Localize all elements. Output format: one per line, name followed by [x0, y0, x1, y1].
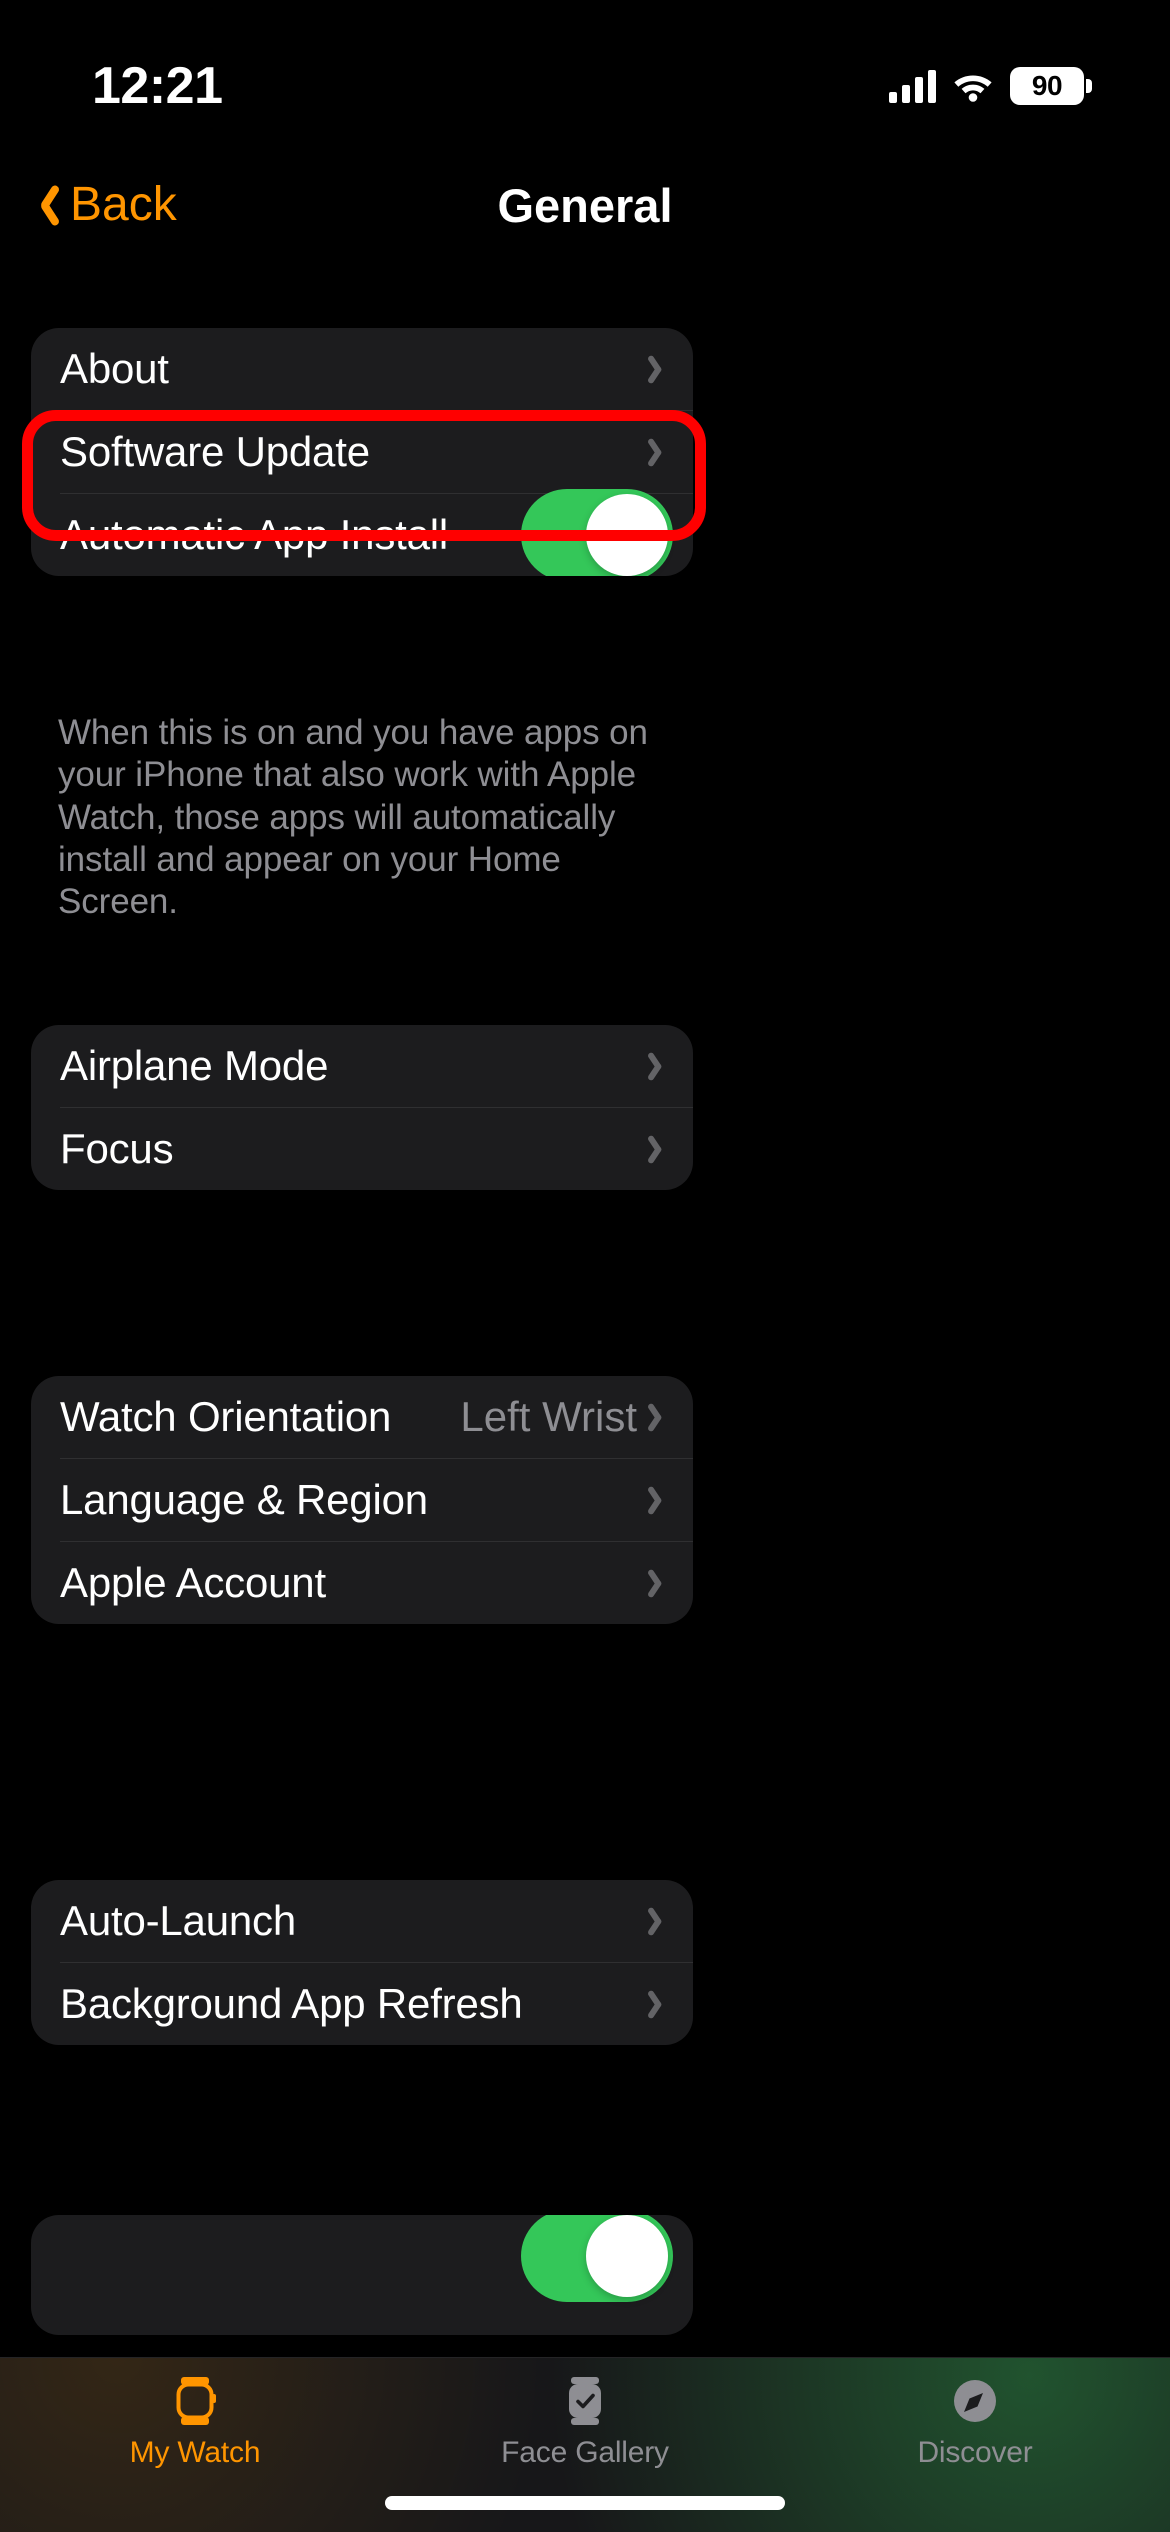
automatic-app-install-toggle[interactable] — [521, 489, 673, 576]
tab-face-gallery[interactable]: Face Gallery — [465, 2374, 705, 2468]
settings-group-device: Watch Orientation Left Wrist Language & … — [31, 1376, 693, 1624]
watch-face-icon — [562, 2374, 608, 2428]
cellular-signal-icon — [889, 69, 936, 103]
settings-row-partial[interactable] — [31, 2215, 693, 2302]
toggle-knob — [586, 2215, 668, 2297]
watch-icon — [172, 2374, 218, 2428]
tab-discover[interactable]: Discover — [855, 2374, 1095, 2468]
settings-row-label: Software Update — [60, 428, 370, 475]
settings-scroll-view[interactable]: About Software Update Automatic App Inst… — [0, 260, 1170, 2410]
settings-row-label: About — [60, 345, 169, 392]
chevron-right-icon — [651, 1484, 669, 1516]
settings-row-about[interactable]: About — [31, 328, 693, 410]
settings-row-label: Watch Orientation — [60, 1393, 392, 1440]
settings-row-focus[interactable]: Focus — [31, 1108, 693, 1190]
chevron-right-icon — [651, 1401, 669, 1433]
settings-row-software-update[interactable]: Software Update — [31, 411, 693, 493]
settings-row-airplane-mode[interactable]: Airplane Mode — [31, 1025, 693, 1107]
tab-bar: My Watch Face Gallery Discover — [0, 2357, 1170, 2532]
settings-group-partial — [31, 2215, 693, 2335]
wifi-icon — [952, 70, 994, 102]
chevron-right-icon — [651, 1905, 669, 1937]
home-indicator — [385, 2496, 785, 2510]
chevron-right-icon — [651, 1133, 669, 1165]
battery-icon: 90 — [1010, 67, 1092, 105]
settings-row-label: Focus — [60, 1125, 174, 1172]
settings-row-background-app-refresh[interactable]: Background App Refresh — [31, 1963, 693, 2045]
page-title: General — [497, 178, 673, 232]
chevron-right-icon — [651, 1988, 669, 2020]
settings-row-label: Automatic App Install — [60, 511, 449, 558]
status-bar-time: 12:21 — [92, 57, 223, 115]
settings-row-value: Left Wrist — [460, 1393, 637, 1440]
iphone-screen: 12:21 90 Back General About Software Upd… — [0, 0, 1170, 2532]
chevron-right-icon — [651, 1567, 669, 1599]
settings-row-watch-orientation[interactable]: Watch Orientation Left Wrist — [31, 1376, 693, 1458]
settings-row-apple-account[interactable]: Apple Account — [31, 1542, 693, 1624]
status-bar: 12:21 90 — [0, 0, 1170, 150]
navigation-bar: Back General — [0, 150, 1170, 260]
toggle-knob — [586, 494, 668, 576]
settings-row-auto-launch[interactable]: Auto-Launch — [31, 1880, 693, 1962]
chevron-right-icon — [651, 436, 669, 468]
settings-row-label: Language & Region — [60, 1476, 428, 1523]
settings-group-apps: Auto-Launch Background App Refresh — [31, 1880, 693, 2045]
settings-row-language-region[interactable]: Language & Region — [31, 1459, 693, 1541]
tab-my-watch[interactable]: My Watch — [75, 2374, 315, 2468]
battery-level-label: 90 — [1031, 70, 1063, 101]
settings-group-footnote: When this is on and you have apps on you… — [58, 713, 648, 922]
compass-icon — [950, 2374, 1000, 2428]
tab-label: My Watch — [129, 2436, 261, 2469]
settings-row-label: Auto-Launch — [60, 1897, 296, 1944]
settings-row-label: Apple Account — [60, 1559, 326, 1606]
settings-row-label: Airplane Mode — [60, 1042, 329, 1089]
chevron-right-icon — [651, 353, 669, 385]
tab-label: Discover — [917, 2436, 1033, 2469]
partial-row-toggle[interactable] — [521, 2215, 673, 2302]
settings-group-connectivity: Airplane Mode Focus — [31, 1025, 693, 1190]
settings-row-label: Background App Refresh — [60, 1980, 523, 2027]
status-bar-indicators: 90 — [889, 45, 1092, 105]
settings-group-updates: About Software Update Automatic App Inst… — [31, 328, 693, 576]
chevron-right-icon — [651, 1050, 669, 1082]
tab-label: Face Gallery — [501, 2436, 669, 2469]
settings-row-automatic-app-install[interactable]: Automatic App Install — [31, 489, 693, 576]
